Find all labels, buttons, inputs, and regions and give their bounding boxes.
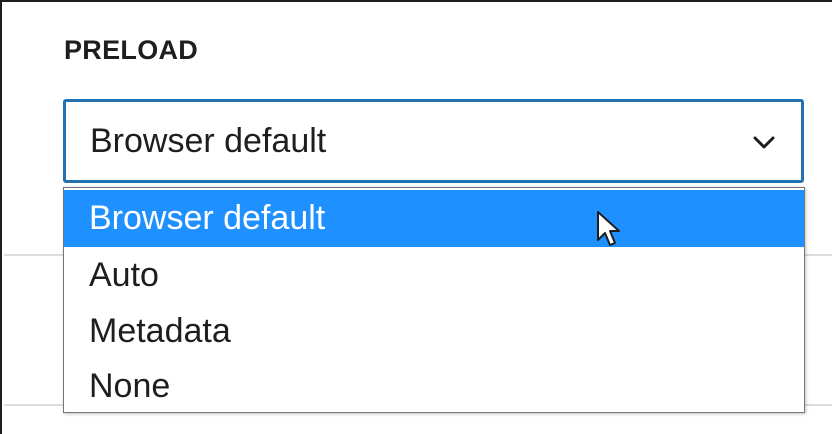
- mouse-cursor-icon: [597, 211, 620, 246]
- preload-options-list[interactable]: Browser default Auto Metadata None: [63, 187, 805, 413]
- settings-panel: PRELOAD Browser default Browser default …: [0, 0, 832, 434]
- chevron-down-icon[interactable]: [753, 136, 775, 150]
- option-none[interactable]: None: [64, 358, 804, 415]
- option-metadata[interactable]: Metadata: [64, 303, 804, 360]
- preload-select-value: Browser default: [90, 122, 327, 160]
- option-auto[interactable]: Auto: [64, 247, 804, 304]
- option-browser-default[interactable]: Browser default: [64, 190, 804, 247]
- preload-select[interactable]: Browser default: [63, 99, 804, 183]
- preload-label: PRELOAD: [64, 35, 199, 65]
